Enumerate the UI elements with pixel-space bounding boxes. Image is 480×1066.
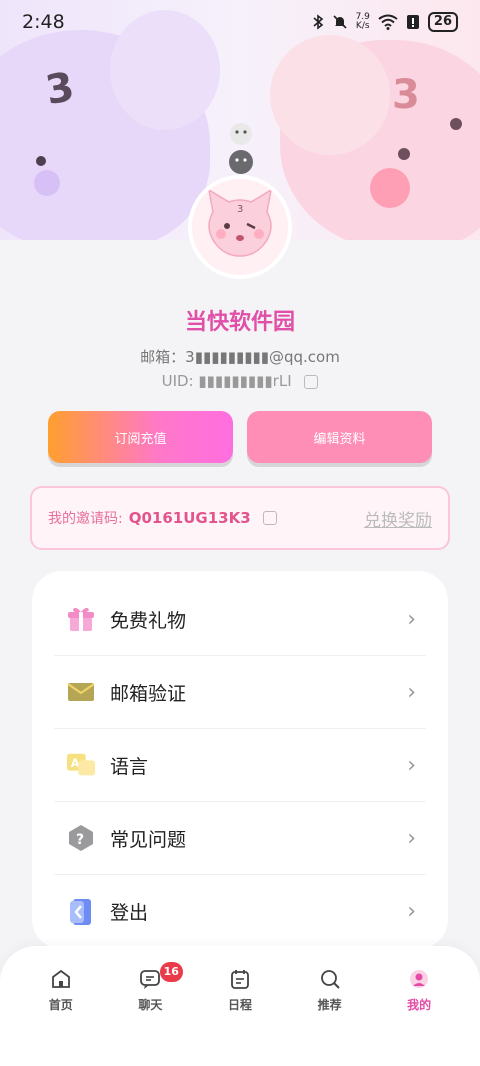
uid-label: UID: <box>161 372 199 390</box>
tab-recommend[interactable]: 推荐 <box>285 968 375 1066</box>
translate-icon: A <box>66 750 96 780</box>
tab-label: 我的 <box>407 998 432 1012</box>
settings-menu: 免费礼物 › 邮箱验证 › A 语言 › ? 常见问题 › 登出 › <box>32 571 448 949</box>
tab-chat[interactable]: 16 聊天 <box>106 962 196 1066</box>
status-icons: 7.9 K/s 26 <box>312 12 458 32</box>
menu-item-faq[interactable]: ? 常见问题 › <box>54 802 426 875</box>
tab-schedule[interactable]: 日程 <box>195 968 285 1066</box>
menu-item-label: 语言 <box>110 755 149 778</box>
redeem-reward-link[interactable]: 兑换奖励 <box>364 506 432 531</box>
chevron-right-icon: › <box>407 606 416 632</box>
tab-label: 首页 <box>48 998 73 1012</box>
menu-item-label: 邮箱验证 <box>110 682 187 705</box>
tab-label: 日程 <box>227 998 252 1012</box>
gift-icon <box>66 604 96 634</box>
chat-icon <box>140 970 161 989</box>
chevron-right-icon: › <box>407 679 416 705</box>
subscribe-button[interactable]: 订阅充值 <box>48 411 233 463</box>
chat-unread-badge: 16 <box>159 962 183 982</box>
email-label: 邮箱： <box>140 348 186 366</box>
chevron-right-icon: › <box>407 825 416 851</box>
menu-item-free-gift[interactable]: 免费礼物 › <box>54 583 426 656</box>
svg-text:3: 3 <box>237 204 243 215</box>
network-speed: 7.9 K/s <box>356 13 370 31</box>
avatar[interactable]: 3 <box>188 175 292 279</box>
status-time: 2:48 <box>22 11 65 33</box>
menu-item-logout[interactable]: 登出 › <box>54 875 426 948</box>
decor-eye-right2 <box>398 148 410 160</box>
search-icon <box>320 970 340 989</box>
invite-code-value: Q0161UG13K3 <box>128 509 251 527</box>
profile-name: 当快软件园 <box>184 310 295 335</box>
svg-text:?: ? <box>76 832 84 848</box>
edit-profile-button[interactable]: 编辑资料 <box>247 411 432 463</box>
profile-icon <box>410 970 429 988</box>
email-value: 3▮▮▮▮▮▮▮▮▮@qq.com <box>185 348 340 366</box>
envelope-icon <box>66 677 96 707</box>
chevron-right-icon: › <box>407 752 416 778</box>
status-bar: 2:48 7.9 K/s 26 <box>0 0 480 44</box>
copy-invite-icon[interactable] <box>262 511 277 525</box>
menu-item-language[interactable]: A 语言 › <box>54 729 426 802</box>
invite-code-label: 我的邀请码: <box>48 511 123 527</box>
calendar-icon <box>231 970 249 989</box>
menu-item-email-verify[interactable]: 邮箱验证 › <box>54 656 426 729</box>
bottom-tab-bar: 首页 16 聊天 日程 推荐 我的 <box>0 946 480 1066</box>
profile-uid: UID: ▮▮▮▮▮▮▮▮▮rLI <box>0 372 480 390</box>
uid-value: ▮▮▮▮▮▮▮▮▮rLI <box>198 372 292 390</box>
decor-eye-right <box>450 118 462 130</box>
decor-eye-left <box>36 156 46 166</box>
decor-cheek-right <box>370 168 410 208</box>
profile-email: 邮箱：3▮▮▮▮▮▮▮▮▮@qq.com <box>0 346 480 367</box>
bluetooth-icon <box>313 14 323 30</box>
network-speed-unit: K/s <box>355 21 370 31</box>
alert-icon <box>406 15 419 29</box>
question-icon: ? <box>66 823 96 853</box>
menu-item-label: 常见问题 <box>110 828 187 851</box>
menu-item-label: 免费礼物 <box>110 609 187 632</box>
bird-decoration <box>225 120 257 180</box>
wifi-icon <box>378 14 398 30</box>
decor-blob-right-ear <box>270 35 390 155</box>
tab-home[interactable]: 首页 <box>16 968 106 1066</box>
decor-cheek-left <box>34 170 60 196</box>
home-icon <box>51 969 70 988</box>
menu-item-label: 登出 <box>110 902 149 924</box>
battery-indicator: 26 <box>427 12 458 32</box>
avatar-image: 3 <box>192 179 288 275</box>
invite-code-panel: 我的邀请码: Q0161UG13K3 兑换奖励 <box>30 486 450 550</box>
tab-label: 推荐 <box>317 998 342 1012</box>
tab-label: 聊天 <box>138 998 163 1012</box>
mute-bell-icon <box>333 15 347 29</box>
logout-icon <box>66 897 96 927</box>
copy-uid-icon[interactable] <box>304 374 319 389</box>
tab-mine[interactable]: 我的 <box>374 968 464 1066</box>
decor-number-3-pink: 3 <box>392 72 420 118</box>
chevron-right-icon: › <box>407 899 416 924</box>
